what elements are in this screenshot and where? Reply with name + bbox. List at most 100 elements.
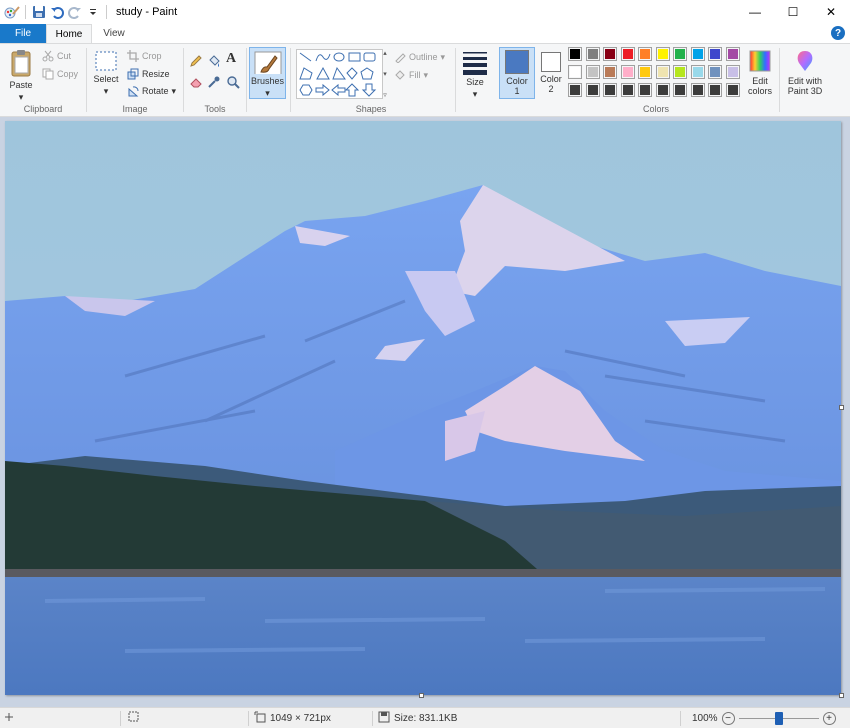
selection-size [128, 708, 140, 728]
ribbon: Paste ▾ Cut Copy Clipboard Select ▾ Crop… [0, 43, 850, 117]
paint3d-line2: Paint 3D [787, 86, 823, 96]
palette-swatch[interactable] [708, 47, 722, 61]
canvas-area[interactable] [0, 117, 850, 707]
palette-swatch[interactable] [725, 83, 740, 97]
drawing-canvas[interactable] [5, 121, 841, 695]
zoom-slider-thumb[interactable] [774, 712, 783, 725]
palette-swatch[interactable] [690, 65, 705, 79]
maximize-button[interactable]: ☐ [774, 0, 812, 24]
palette-swatch[interactable] [673, 65, 687, 79]
palette-swatch[interactable] [568, 83, 582, 97]
chevron-down-icon: ▾ [18, 92, 24, 102]
brushes-button[interactable]: Brushes ▾ [249, 47, 286, 99]
copy-button[interactable]: Copy [42, 66, 78, 82]
outline-button[interactable]: Outline ▾ [394, 49, 445, 65]
palette-swatch[interactable] [585, 65, 600, 79]
palette-swatch[interactable] [708, 65, 722, 79]
size-icon [463, 52, 487, 75]
palette-swatch[interactable] [690, 83, 705, 97]
zoom-in-button[interactable]: + [822, 712, 836, 725]
resize-handle-right[interactable] [839, 405, 844, 410]
palette-swatch[interactable] [673, 83, 687, 97]
zoom-out-button[interactable]: − [721, 712, 735, 725]
fill-label: Fill [409, 70, 421, 80]
color1-button[interactable]: Color 1 [499, 47, 535, 99]
paint-app-icon[interactable] [4, 4, 20, 20]
select-button[interactable]: Select ▾ [91, 50, 121, 96]
shapes-scroll[interactable]: ▴ ▾ ▿ [381, 49, 389, 99]
palette-swatch-color [710, 67, 720, 77]
palette-swatch[interactable] [708, 83, 722, 97]
group-divider [455, 48, 456, 112]
palette-swatch[interactable] [638, 65, 652, 79]
palette-swatch-color [622, 85, 633, 95]
resize-handle-corner[interactable] [839, 693, 844, 698]
resize-button[interactable]: Resize [127, 66, 170, 82]
size-label: Size [466, 77, 484, 87]
resize-handle-bottom[interactable] [419, 693, 424, 698]
minimize-button[interactable]: — [736, 0, 774, 24]
selection-icon [128, 711, 140, 726]
palette-swatch[interactable] [603, 65, 617, 79]
status-divider [372, 711, 373, 726]
palette-swatch[interactable] [655, 83, 670, 97]
disk-icon [378, 711, 390, 726]
help-icon[interactable]: ? [831, 26, 845, 40]
dimensions-text: 1049 × 721px [270, 713, 331, 724]
palette-swatch[interactable] [673, 47, 687, 61]
palette-swatch[interactable] [638, 83, 652, 97]
color-picker-icon[interactable] [207, 75, 221, 92]
close-button[interactable]: ✕ [812, 0, 850, 24]
size-button[interactable]: Size ▾ [459, 49, 491, 99]
palette-swatch[interactable] [585, 83, 600, 97]
palette-swatch[interactable] [655, 65, 670, 79]
eraser-icon[interactable] [189, 75, 203, 92]
fill-bucket-icon[interactable] [207, 54, 221, 71]
palette-swatch[interactable] [655, 47, 670, 61]
rotate-button[interactable]: Rotate ▾ [127, 83, 176, 99]
fill-button[interactable]: Fill ▾ [394, 67, 428, 83]
palette-swatch[interactable] [603, 83, 617, 97]
palette-swatch[interactable] [690, 47, 705, 61]
palette-swatch[interactable] [725, 47, 740, 61]
shapes-gallery[interactable] [296, 49, 383, 99]
paste-button[interactable]: Paste ▾ [6, 48, 36, 102]
tab-file[interactable]: File [0, 24, 46, 43]
palette-swatch[interactable] [603, 47, 617, 61]
palette-swatch[interactable] [585, 47, 600, 61]
edit-with-paint3d-button[interactable]: Edit with Paint 3D [782, 49, 828, 96]
image-dimensions: 1049 × 721px [254, 708, 331, 728]
palette-swatch[interactable] [568, 65, 582, 79]
rotate-label: Rotate [142, 86, 169, 96]
resize-label: Resize [142, 69, 170, 79]
cursor-position [4, 708, 14, 728]
palette-swatch-color [640, 49, 650, 59]
text-tool-icon[interactable]: A [226, 51, 236, 67]
palette-swatch[interactable] [620, 47, 635, 61]
tab-home[interactable]: Home [46, 24, 92, 43]
crop-button[interactable]: Crop [127, 48, 162, 64]
scroll-down-icon[interactable]: ▾ [383, 70, 387, 78]
palette-swatch[interactable] [568, 47, 582, 61]
zoom-slider[interactable] [738, 712, 819, 725]
undo-icon[interactable] [49, 4, 65, 20]
save-icon[interactable] [31, 4, 47, 20]
palette-swatch[interactable] [620, 65, 635, 79]
palette-swatch[interactable] [620, 83, 635, 97]
palette-swatch[interactable] [725, 65, 740, 79]
color2-button[interactable]: Color 2 [537, 48, 565, 94]
palette-swatch-color [675, 85, 685, 95]
select-label: Select [93, 74, 119, 84]
cut-button[interactable]: Cut [42, 48, 71, 64]
redo-icon[interactable] [67, 4, 83, 20]
add-icon [4, 712, 14, 725]
tab-view[interactable]: View [94, 24, 134, 43]
customize-qa-dropdown-icon[interactable] [85, 4, 101, 20]
expand-gallery-icon[interactable]: ▿ [383, 91, 387, 99]
pencil-icon[interactable] [189, 54, 203, 71]
palette-swatch-color [605, 85, 615, 95]
edit-colors-button[interactable]: Edit colors [742, 49, 778, 96]
magnifier-icon[interactable] [226, 75, 240, 92]
scroll-up-icon[interactable]: ▴ [383, 49, 387, 57]
palette-swatch[interactable] [638, 47, 652, 61]
